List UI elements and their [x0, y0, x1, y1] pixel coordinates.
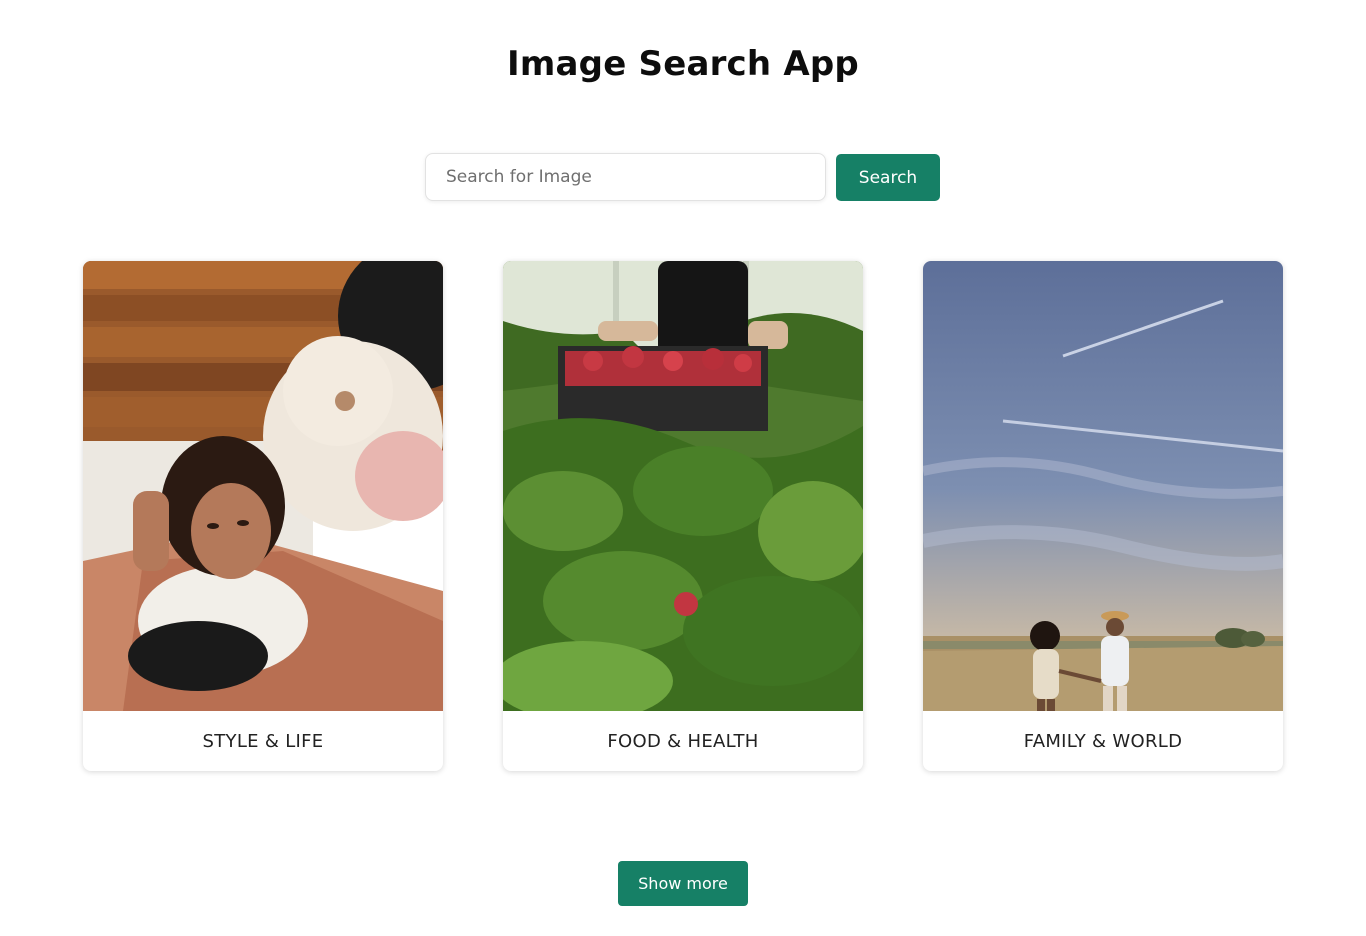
- show-more-button[interactable]: Show more: [618, 861, 748, 906]
- image-card[interactable]: STYLE & LIFE: [83, 261, 443, 771]
- search-input[interactable]: [425, 153, 826, 201]
- page-title: Image Search App: [507, 44, 859, 84]
- image-card[interactable]: FOOD & HEALTH: [503, 261, 863, 771]
- card-image-family-world[interactable]: [923, 261, 1283, 711]
- image-grid: STYLE & LIFE FOOD & HEALTH FAMILY & WORL…: [83, 261, 1283, 771]
- card-image-food-health[interactable]: [503, 261, 863, 711]
- image-card[interactable]: FAMILY & WORLD: [923, 261, 1283, 771]
- search-bar: Search: [425, 153, 940, 201]
- search-button[interactable]: Search: [836, 154, 940, 201]
- card-image-style-life[interactable]: [83, 261, 443, 711]
- card-label: FAMILY & WORLD: [1023, 730, 1183, 752]
- card-label: FOOD & HEALTH: [607, 730, 759, 752]
- page: Image Search App Search for Image Search…: [0, 0, 1366, 936]
- card-label: STYLE & LIFE: [202, 730, 324, 752]
